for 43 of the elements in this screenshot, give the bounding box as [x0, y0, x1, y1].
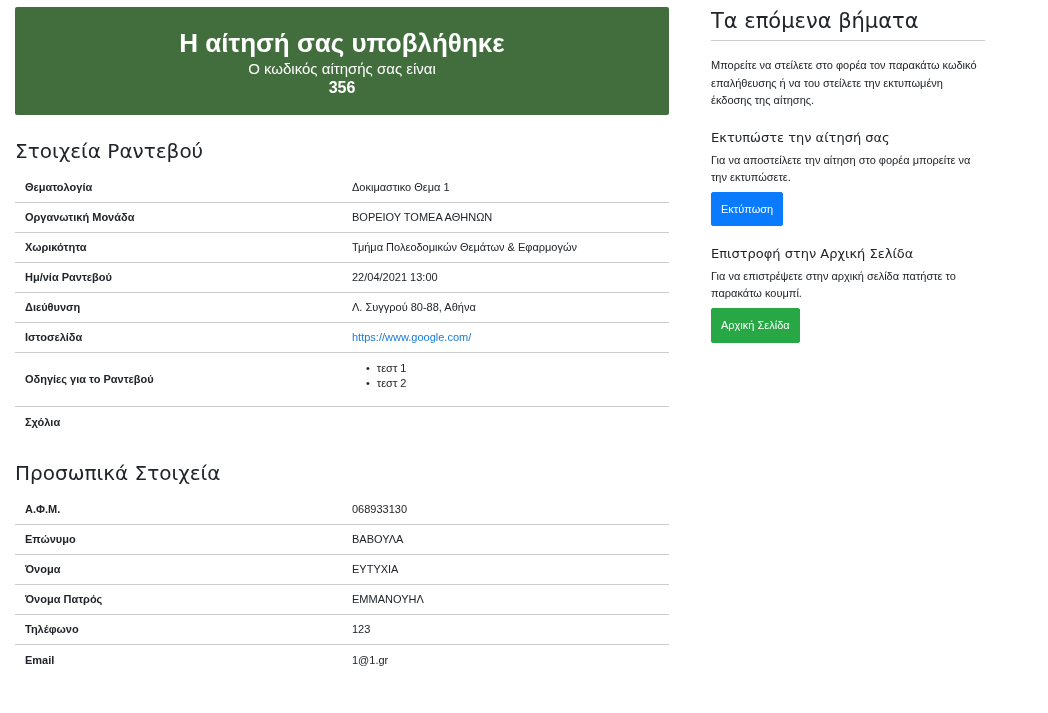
- table-cell: 1@1.gr: [342, 644, 669, 675]
- list-item: τεστ 1: [376, 360, 407, 376]
- table-cell: Οδηγίες για το Ραντεβού: [15, 352, 342, 407]
- application-code: 356: [327, 78, 357, 98]
- table-cell: Ημ/νία Ραντεβού: [15, 262, 342, 293]
- banner-title: Η αίτησή σας υποβλήθηκε: [178, 29, 506, 59]
- table-cell: Επώνυμο: [15, 524, 342, 555]
- block-text: Για να αποστείλετε την αίτηση στο φορέα μπορείτε να την εκτυπώσετε.: [711, 152, 972, 186]
- table-cell: ΕΜΜΑΝΟΥΗΛ: [342, 584, 669, 615]
- website-link[interactable]: https://www.google.com/: [352, 331, 472, 344]
- section-title: Στοιχεία Ραντεβού: [15, 138, 205, 163]
- table-cell: Email: [15, 644, 342, 675]
- table-cell: Δοκιμαστικο Θεμα 1: [342, 172, 669, 203]
- block-heading: Εκτυπώστε την αίτησή σας: [711, 129, 891, 146]
- print-button[interactable]: Εκτύπωση: [711, 191, 784, 227]
- table-cell: ΕΥΤΥΧΙΑ: [342, 554, 669, 585]
- table-cell: Λ. Συγγρού 80-88, Αθήνα: [342, 292, 669, 323]
- list-item: τεστ 2: [376, 375, 407, 391]
- section-title: Προσωπικά Στοιχεία: [15, 460, 222, 485]
- table-cell: Θεματολογία: [15, 172, 342, 203]
- table-cell: Διεύθυνση: [15, 292, 342, 323]
- table-cell: Α.Φ.Μ.: [15, 494, 342, 525]
- table-cell: Όνομα Πατρός: [15, 584, 342, 615]
- block-text: Για να επιστρέψετε στην αρχική σελίδα πατήστε το παρακάτω κουμπί.: [711, 268, 957, 302]
- bullet-icon: •: [366, 375, 370, 391]
- intro-text: Μπορείτε να στείλετε στο φορέα τον παρακάτω κωδικό επαλήθευσης ή να του στείλετε την εκτυπωμένη έκδοσης της αίτησης.: [711, 58, 978, 109]
- table-cell: ΒΑΒΟΥΛΑ: [342, 524, 669, 555]
- table-cell: 22/04/2021 13:00: [342, 262, 669, 293]
- bullet-icon: •: [366, 360, 370, 376]
- block-heading: Επιστροφή στην Αρχική Σελίδα: [711, 246, 915, 262]
- table-cell: Όνομα: [15, 554, 342, 585]
- table-cell: 123: [342, 614, 669, 645]
- table-cell: Ιστοσελίδα: [15, 322, 342, 353]
- table-cell: Σχόλια: [15, 406, 342, 437]
- home-button[interactable]: Αρχική Σελίδα: [711, 308, 800, 343]
- banner-subtitle: Ο κωδικός αίτησής σας είναι: [247, 58, 437, 79]
- table-cell: 068933130: [342, 494, 669, 525]
- next-steps-title: Τα επόμενα βήματα: [711, 7, 985, 42]
- table-cell: Χωρικότητα: [15, 232, 342, 263]
- table-cell: Τμήμα Πολεοδομικών Θεμάτων & Εφαρμογών: [342, 232, 669, 263]
- table-cell: ΒΟΡΕΙΟΥ ΤΟΜΕΑ ΑΘΗΝΩΝ: [342, 202, 669, 233]
- table-cell: Τηλέφωνο: [15, 614, 342, 645]
- table-cell: Οργανωτική Μονάδα: [15, 202, 342, 233]
